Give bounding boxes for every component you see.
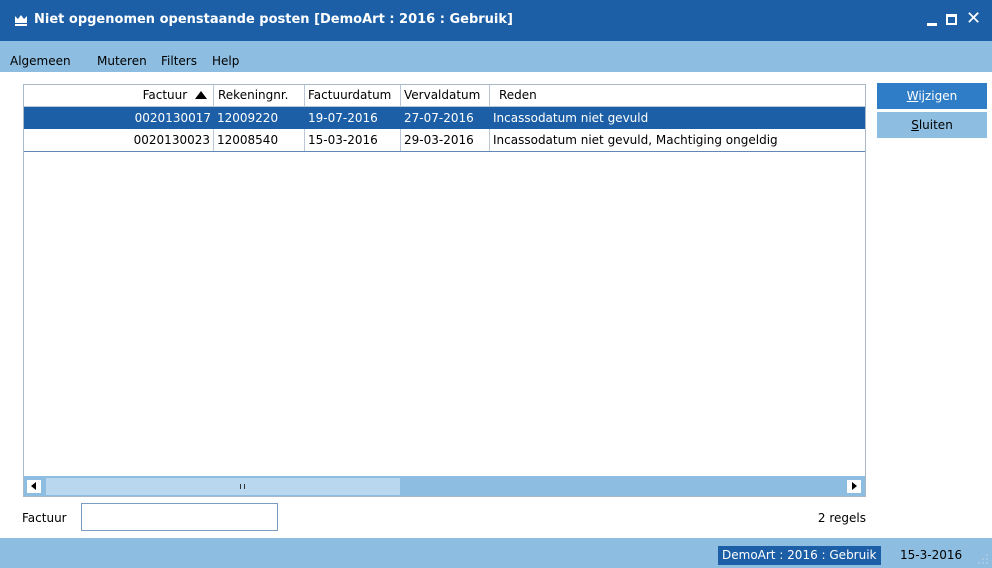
menu-bar: Algemeen Muteren Filters Help <box>0 41 992 72</box>
status-bar: DemoArt : 2016 : Gebruik 15-3-2016 <box>0 538 992 568</box>
close-icon[interactable]: ✕ <box>966 9 981 29</box>
cell-reden: Incassodatum niet gevuld, Machtiging ong… <box>493 133 778 147</box>
wijzigen-label: ijzigen <box>918 89 958 103</box>
grid-header: Factuur Rekeningnr. Factuurdatum Vervald… <box>24 85 865 107</box>
scroll-left-arrow-icon[interactable] <box>27 480 41 493</box>
wijzigen-mnemonic: W <box>906 89 919 103</box>
horizontal-scrollbar[interactable] <box>24 476 865 496</box>
table-row[interactable]: 0020130023 12008540 15-03-2016 29-03-201… <box>24 129 865 152</box>
sort-ascending-icon <box>195 91 207 99</box>
menu-muteren[interactable]: Muteren <box>97 54 147 68</box>
cell-factuur: 0020130017 <box>134 111 211 125</box>
menu-filters[interactable]: Filters <box>161 54 197 68</box>
sluiten-button[interactable]: Sluiten <box>877 112 987 138</box>
cell-factuurdatum: 15-03-2016 <box>305 129 401 151</box>
cell-vervaldatum: 27-07-2016 <box>404 111 474 125</box>
column-header-reden[interactable]: Reden <box>490 85 865 106</box>
posts-grid[interactable]: Factuur Rekeningnr. Factuurdatum Vervald… <box>23 84 866 497</box>
column-header-vervaldatum[interactable]: Vervaldatum <box>401 85 490 106</box>
menu-help[interactable]: Help <box>212 54 239 68</box>
factuur-filter-label: Factuur <box>22 511 67 525</box>
title-bar: Niet opgenomen openstaande posten [DemoA… <box>0 0 992 41</box>
app-crown-icon <box>13 12 29 28</box>
minimize-icon[interactable] <box>926 10 940 28</box>
cell-vervaldatum: 29-03-2016 <box>401 129 490 151</box>
grip-icon <box>240 484 246 491</box>
factuur-filter-input[interactable] <box>81 503 278 531</box>
scrollbar-thumb[interactable] <box>46 478 400 495</box>
row-count: 2 regels <box>817 511 866 525</box>
cell-factuurdatum: 19-07-2016 <box>308 111 378 125</box>
maximize-icon[interactable] <box>946 14 957 25</box>
sluiten-label: luiten <box>918 118 953 132</box>
content-area: Factuur Rekeningnr. Factuurdatum Vervald… <box>0 72 992 538</box>
column-header-factuur[interactable]: Factuur <box>24 85 214 106</box>
column-header-rekeningnr[interactable]: Rekeningnr. <box>214 85 305 106</box>
column-label-factuur: Factuur <box>142 88 188 102</box>
cell-rekeningnr: 12009220 <box>217 111 279 125</box>
wijzigen-button[interactable]: Wijzigen <box>877 83 987 109</box>
menu-algemeen[interactable]: Algemeen <box>10 54 71 68</box>
column-header-factuurdatum[interactable]: Factuurdatum <box>305 85 401 106</box>
sluiten-mnemonic: S <box>911 118 919 132</box>
window-title: Niet opgenomen openstaande posten [DemoA… <box>34 12 513 27</box>
cell-factuur: 0020130023 <box>24 129 214 151</box>
status-context: DemoArt : 2016 : Gebruik <box>718 546 881 565</box>
scroll-right-arrow-icon[interactable] <box>847 480 861 493</box>
cell-rekeningnr: 12008540 <box>214 129 305 151</box>
resize-grip-icon[interactable] <box>978 554 990 566</box>
status-date: 15-3-2016 <box>900 548 963 562</box>
table-row[interactable]: 0020130017 12009220 19-07-2016 27-07-201… <box>24 107 865 129</box>
cell-reden: Incassodatum niet gevuld <box>493 111 649 125</box>
